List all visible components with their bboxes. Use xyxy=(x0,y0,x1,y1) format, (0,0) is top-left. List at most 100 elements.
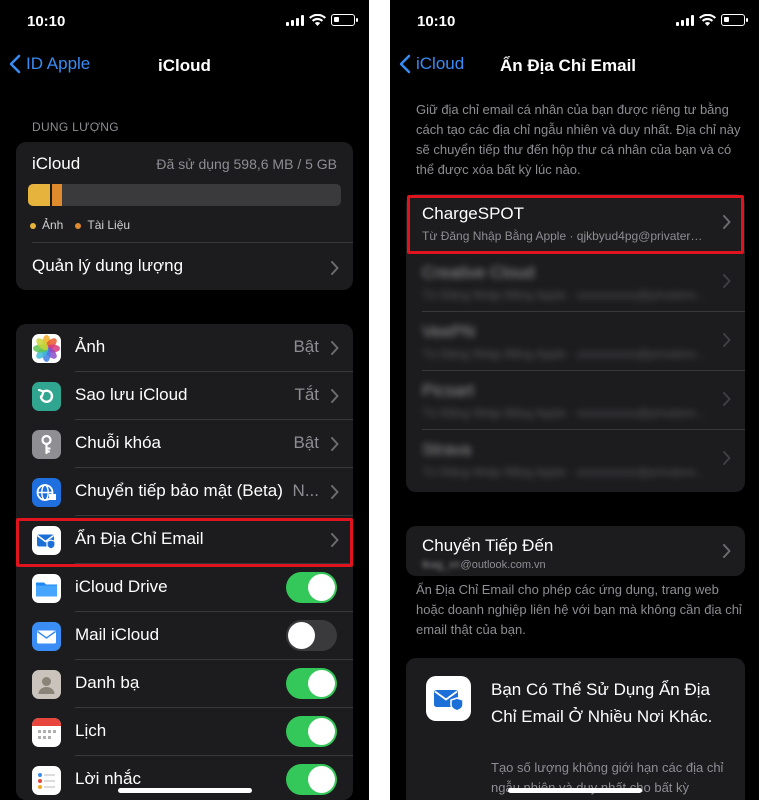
forward-domain: @outlook.com.vn xyxy=(460,559,546,571)
addresses-list: ChargeSPOT Từ Đăng Nhập Bằng Apple · qjk… xyxy=(406,194,745,492)
calendar-icon xyxy=(32,718,61,747)
promo-card: Bạn Có Thể Sử Dụng Ẩn Địa Chỉ Email Ở Nh… xyxy=(406,658,745,800)
promo-title: Bạn Có Thể Sử Dụng Ẩn Địa Chỉ Email Ở Nh… xyxy=(491,680,713,726)
chevron-right-icon xyxy=(723,274,731,288)
chevron-right-icon xyxy=(723,544,731,558)
row-label: Chuyển tiếp bảo mật (Beta) xyxy=(75,481,283,500)
status-time: 10:10 xyxy=(27,13,66,30)
home-indicator[interactable] xyxy=(118,788,252,793)
row-icloud-backup[interactable]: Sao lưu iCloud Tắt xyxy=(16,372,353,420)
private-relay-icon xyxy=(32,478,61,507)
row-private-relay[interactable]: Chuyển tiếp bảo mật (Beta) N... xyxy=(16,468,353,516)
icloud-drive-toggle[interactable] xyxy=(286,572,337,603)
chevron-left-icon xyxy=(399,54,411,74)
storage-card: iCloud Đã sử dụng 598,6 MB / 5 GB Ảnh Tà… xyxy=(16,142,353,290)
address-subtitle: Từ Đăng Nhập Bằng Apple · xxxxxxxxxx@pri… xyxy=(422,347,709,361)
row-label: Lịch xyxy=(75,721,107,740)
page-title: Ẩn Địa Chỉ Email xyxy=(500,56,637,75)
calendar-toggle[interactable] xyxy=(286,716,337,747)
intro-text: Giữ địa chỉ email cá nhân của bạn được r… xyxy=(416,102,741,177)
chevron-right-icon xyxy=(723,451,731,465)
hide-my-email-screen: 10:10 iCloud Ẩn Địa Chỉ Email Giữ địa ch… xyxy=(390,0,759,800)
page-title: iCloud xyxy=(158,56,211,75)
row-label: Ảnh xyxy=(75,337,106,356)
footer-text: Ẩn Địa Chỉ Email cho phép các ứng dụng, … xyxy=(416,582,742,637)
row-label: Sao lưu iCloud xyxy=(75,385,188,404)
address-row-chargespot[interactable]: ChargeSPOT Từ Đăng Nhập Bằng Apple · qjk… xyxy=(406,194,745,253)
row-contacts: Danh bạ xyxy=(16,660,353,708)
address-subtitle: Từ Đăng Nhập Bằng Apple · xxxxxxxxxx@pri… xyxy=(422,465,709,479)
address-subtitle: Từ Đăng Nhập Bằng Apple · xxxxxxxxxx@pri… xyxy=(422,406,709,420)
photos-icon xyxy=(32,334,61,363)
storage-section-label: DUNG LƯỢNG xyxy=(32,120,119,134)
keychain-icon xyxy=(32,430,61,459)
toggle-knob xyxy=(288,622,315,649)
forward-to-row[interactable]: Chuyển Tiếp Đến tkag_vn@outlook.com.vn xyxy=(406,526,745,576)
icloud-settings-screen: 10:10 ID Apple iCloud DUNG LƯỢNG iCloud … xyxy=(0,0,369,800)
address-row[interactable]: Creative Cloud Từ Đăng Nhập Bằng Apple ·… xyxy=(406,253,745,312)
storage-used: Đã sử dụng 598,6 MB / 5 GB xyxy=(156,156,337,172)
chevron-right-icon xyxy=(723,392,731,406)
row-label: Danh bạ xyxy=(75,673,140,692)
storage-legend: Ảnh Tài Liệu xyxy=(30,218,130,232)
toggle-knob xyxy=(308,574,335,601)
back-button[interactable]: iCloud xyxy=(398,54,464,74)
status-bar: 10:10 xyxy=(390,0,759,44)
address-title: Picsart xyxy=(422,381,474,400)
mail-icloud-toggle[interactable] xyxy=(286,620,337,651)
chevron-right-icon xyxy=(723,333,731,347)
row-label: Ẩn Địa Chỉ Email xyxy=(75,529,204,548)
row-label: Lời nhắc xyxy=(75,769,141,788)
legend-documents: Tài Liệu xyxy=(75,218,130,232)
address-row[interactable]: Picsart Từ Đăng Nhập Bằng Apple · xxxxxx… xyxy=(406,371,745,430)
chevron-right-icon xyxy=(723,215,731,229)
toggle-knob xyxy=(308,718,335,745)
chevron-right-icon xyxy=(331,485,339,499)
cellular-signal-icon xyxy=(676,14,694,26)
contacts-icon xyxy=(32,670,61,699)
row-mail-icloud: Mail iCloud xyxy=(16,612,353,660)
row-value: Bật xyxy=(293,337,319,356)
battery-icon xyxy=(721,14,748,26)
toggle-knob xyxy=(308,766,335,793)
chevron-right-icon xyxy=(331,437,339,451)
row-value: N... xyxy=(292,481,319,500)
row-label: Chuỗi khóa xyxy=(75,433,162,452)
contacts-toggle[interactable] xyxy=(286,668,337,699)
storage-bar xyxy=(28,184,341,206)
status-time: 10:10 xyxy=(417,13,456,30)
row-keychain[interactable]: Chuỗi khóa Bật xyxy=(16,420,353,468)
home-indicator[interactable] xyxy=(508,788,642,793)
manage-storage-row[interactable]: Quản lý dung lượng xyxy=(16,243,353,290)
row-label: Mail iCloud xyxy=(75,625,160,644)
battery-icon xyxy=(331,14,358,26)
wifi-icon xyxy=(309,14,326,26)
row-photos[interactable]: Ảnh Bật xyxy=(16,324,353,372)
address-row[interactable]: Strava Từ Đăng Nhập Bằng Apple · xxxxxxx… xyxy=(406,430,745,489)
address-title: Creative Cloud xyxy=(422,263,535,282)
forward-title: Chuyển Tiếp Đến xyxy=(422,536,554,555)
row-hide-my-email[interactable]: Ẩn Địa Chỉ Email xyxy=(16,516,353,564)
address-title: Strava xyxy=(422,440,472,459)
row-icloud-drive: iCloud Drive xyxy=(16,564,353,612)
row-calendar: Lịch xyxy=(16,708,353,756)
nav-bar: ID Apple iCloud xyxy=(0,44,369,88)
row-value: Tắt xyxy=(294,385,319,404)
legend-label: Ảnh xyxy=(42,218,64,232)
legend-label: Tài Liệu xyxy=(87,218,131,232)
folder-icon xyxy=(32,574,61,603)
reminders-toggle[interactable] xyxy=(286,764,337,795)
masked-username: tkag_vn xyxy=(422,559,461,571)
legend-dot xyxy=(30,222,36,229)
address-title: ChargeSPOT xyxy=(422,204,525,223)
wifi-icon xyxy=(699,14,716,26)
address-row[interactable]: VeePN Từ Đăng Nhập Bằng Apple · xxxxxxxx… xyxy=(406,312,745,371)
row-label: iCloud Drive xyxy=(75,577,168,596)
storage-title: iCloud xyxy=(32,154,81,173)
row-reminders: Lời nhắc xyxy=(16,756,353,800)
reminders-icon xyxy=(32,766,61,795)
chevron-right-icon xyxy=(331,389,339,403)
toggle-knob xyxy=(308,670,335,697)
apps-list: Ảnh Bật Sao lưu iCloud Tắt Chuỗi khóa Bậ… xyxy=(16,324,353,800)
storage-segment xyxy=(49,184,63,206)
